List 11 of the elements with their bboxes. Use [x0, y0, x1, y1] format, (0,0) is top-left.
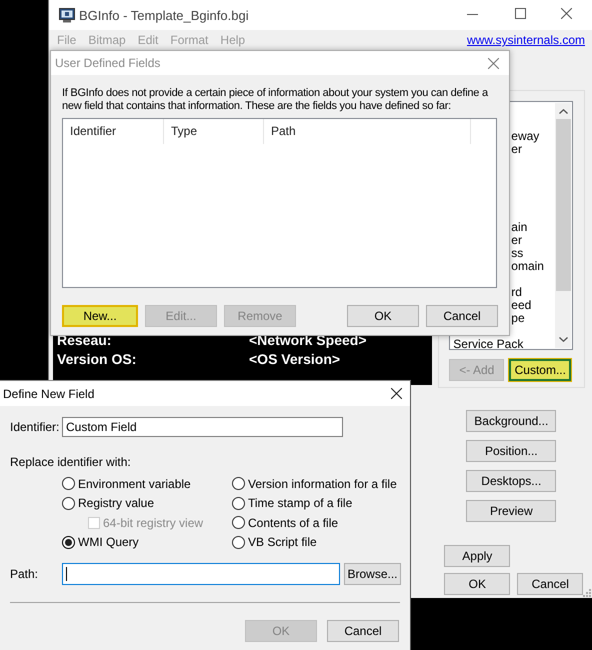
canvas-label: Version OS: [57, 350, 138, 366]
dialog-title: User Defined Fields [55, 56, 160, 70]
intro-text: If BGInfo does not provide a certain piece of information about your system you can define a new field that contains that information. These are the fields you have defined so far: [62, 87, 490, 113]
canvas-value: <Network Speed> [249, 332, 366, 348]
identifier-label: Identifier: [10, 420, 60, 434]
window-title: BGInfo - Template_Bginfo.bgi [79, 8, 249, 22]
replace-label: Replace identifier with: [10, 455, 132, 469]
canvas-value: <OS Version> [249, 350, 340, 366]
path-label: Path: [10, 567, 40, 581]
dialog-title: Define New Field [3, 386, 94, 400]
canvas-label: Reseau: [57, 332, 112, 348]
